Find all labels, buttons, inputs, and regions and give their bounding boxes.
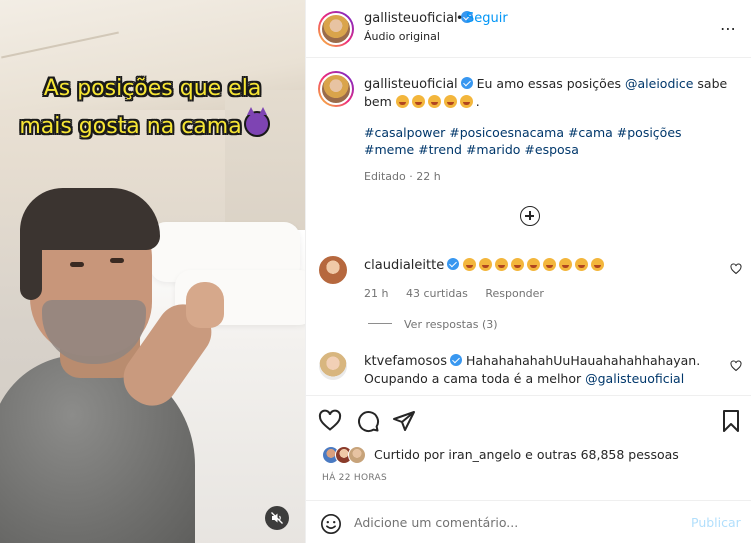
more-options-button[interactable]: ⋯ bbox=[720, 19, 737, 38]
laughing-emoji-icon bbox=[443, 95, 457, 108]
audio-label[interactable]: Áudio original bbox=[364, 30, 440, 43]
follow-button[interactable]: Seguir bbox=[466, 11, 508, 26]
heart-icon[interactable] bbox=[318, 409, 342, 433]
likes-summary: Curtido por iran_angelo e outras 68,858 … bbox=[374, 447, 679, 462]
comment-avatar[interactable] bbox=[318, 255, 348, 285]
load-more-comments-icon[interactable] bbox=[520, 206, 540, 226]
comment-icon[interactable] bbox=[356, 409, 380, 433]
comment-mention[interactable]: @galisteuoficial bbox=[585, 371, 684, 386]
view-replies-button[interactable]: Ver respostas (3) bbox=[368, 318, 498, 331]
person-hair bbox=[20, 220, 42, 300]
avatar[interactable] bbox=[318, 11, 354, 47]
liked-by-user[interactable]: iran_angelo bbox=[448, 447, 521, 462]
view-replies-label[interactable]: Ver respostas (3) bbox=[404, 318, 498, 331]
video-overlay-line2: mais gosta na cama bbox=[0, 107, 297, 139]
smiling-devil-icon bbox=[243, 107, 270, 137]
video-player[interactable]: As posições que ela mais gosta na cama bbox=[0, 0, 305, 543]
mute-button[interactable] bbox=[265, 506, 289, 530]
caption-edited-time: Editado · 22 h bbox=[364, 170, 441, 183]
laughing-emoji-icon bbox=[427, 95, 441, 108]
comment: ktvefamosos HahahahahahUuHauahahahhahaya… bbox=[364, 352, 714, 387]
laughing-emoji-icon bbox=[575, 258, 589, 271]
laughing-emoji-icon bbox=[463, 258, 477, 271]
caption-end: . bbox=[475, 94, 480, 109]
laughing-emoji-icon bbox=[479, 258, 493, 271]
video-overlay-line1: As posições que ela bbox=[43, 76, 262, 101]
author-username-text[interactable]: gallisteuoficial bbox=[364, 11, 458, 26]
comment-avatar[interactable] bbox=[318, 351, 348, 381]
like-comment-icon[interactable] bbox=[730, 360, 742, 372]
caption-mention[interactable]: @aleiodice bbox=[625, 76, 693, 91]
separator-dot: • bbox=[456, 11, 464, 25]
laughing-emoji-icon bbox=[559, 258, 573, 271]
laughing-emoji-icon bbox=[411, 95, 425, 108]
laughing-emoji-icon bbox=[527, 258, 541, 271]
person-hand bbox=[186, 282, 224, 328]
post-time[interactable]: HÁ 22 HORAS bbox=[322, 473, 387, 483]
post-caption: gallisteuoficial Eu amo essas posições @… bbox=[364, 75, 736, 110]
video-overlay-line2-text: mais gosta na cama bbox=[19, 114, 242, 139]
caption-hashtags[interactable]: #casalpower #posicoesnacama #cama #posiç… bbox=[364, 124, 724, 158]
speaker-muted-icon bbox=[271, 512, 283, 524]
laughing-emoji-icon bbox=[511, 258, 525, 271]
comment-likes[interactable]: 43 curtidas bbox=[406, 287, 468, 300]
add-comment-bar: Publicar bbox=[306, 500, 751, 543]
comment-emojis bbox=[463, 257, 607, 272]
comment-time: 21 h bbox=[364, 287, 389, 300]
verified-badge-icon bbox=[460, 77, 473, 89]
post-sidebar: gallisteuoficial • Seguir Áudio original… bbox=[305, 0, 751, 543]
liked-by-others[interactable]: outras 68,858 pessoas bbox=[537, 447, 679, 462]
bookmark-icon[interactable] bbox=[720, 409, 742, 433]
avatar bbox=[348, 446, 366, 464]
comment: claudialeitte bbox=[364, 256, 607, 274]
comment-username[interactable]: claudialeitte bbox=[364, 258, 444, 273]
reply-button[interactable]: Responder bbox=[485, 287, 544, 300]
share-icon[interactable] bbox=[392, 409, 416, 433]
laughing-emoji-icon bbox=[591, 258, 605, 271]
post-actions bbox=[306, 395, 751, 443]
verified-badge-icon bbox=[447, 258, 460, 270]
liked-by-avatars[interactable] bbox=[322, 446, 372, 464]
post-header: gallisteuoficial • Seguir Áudio original… bbox=[306, 0, 751, 58]
caption-username[interactable]: gallisteuoficial bbox=[364, 77, 458, 92]
comment-meta: 21 h 43 curtidas Responder bbox=[364, 287, 558, 300]
comment-input[interactable] bbox=[354, 511, 674, 533]
caption-text: Eu amo essas posições bbox=[476, 76, 626, 91]
laughing-emoji-icon bbox=[495, 258, 509, 271]
laughing-emoji-icon bbox=[459, 95, 473, 108]
publish-button[interactable]: Publicar bbox=[691, 515, 741, 530]
person-eye bbox=[70, 262, 84, 267]
likes-prefix: Curtido por bbox=[374, 447, 449, 462]
replies-line bbox=[368, 323, 392, 324]
laughing-emoji-icon bbox=[395, 95, 409, 108]
person-eye bbox=[110, 258, 124, 263]
caption-avatar[interactable] bbox=[318, 71, 354, 107]
likes-middle: e bbox=[521, 447, 537, 462]
caption-emojis bbox=[395, 94, 476, 109]
emoji-icon[interactable] bbox=[320, 513, 342, 535]
verified-badge-icon bbox=[449, 354, 462, 366]
like-comment-icon[interactable] bbox=[730, 263, 742, 275]
comment-username[interactable]: ktvefamosos bbox=[364, 354, 447, 369]
laughing-emoji-icon bbox=[543, 258, 557, 271]
